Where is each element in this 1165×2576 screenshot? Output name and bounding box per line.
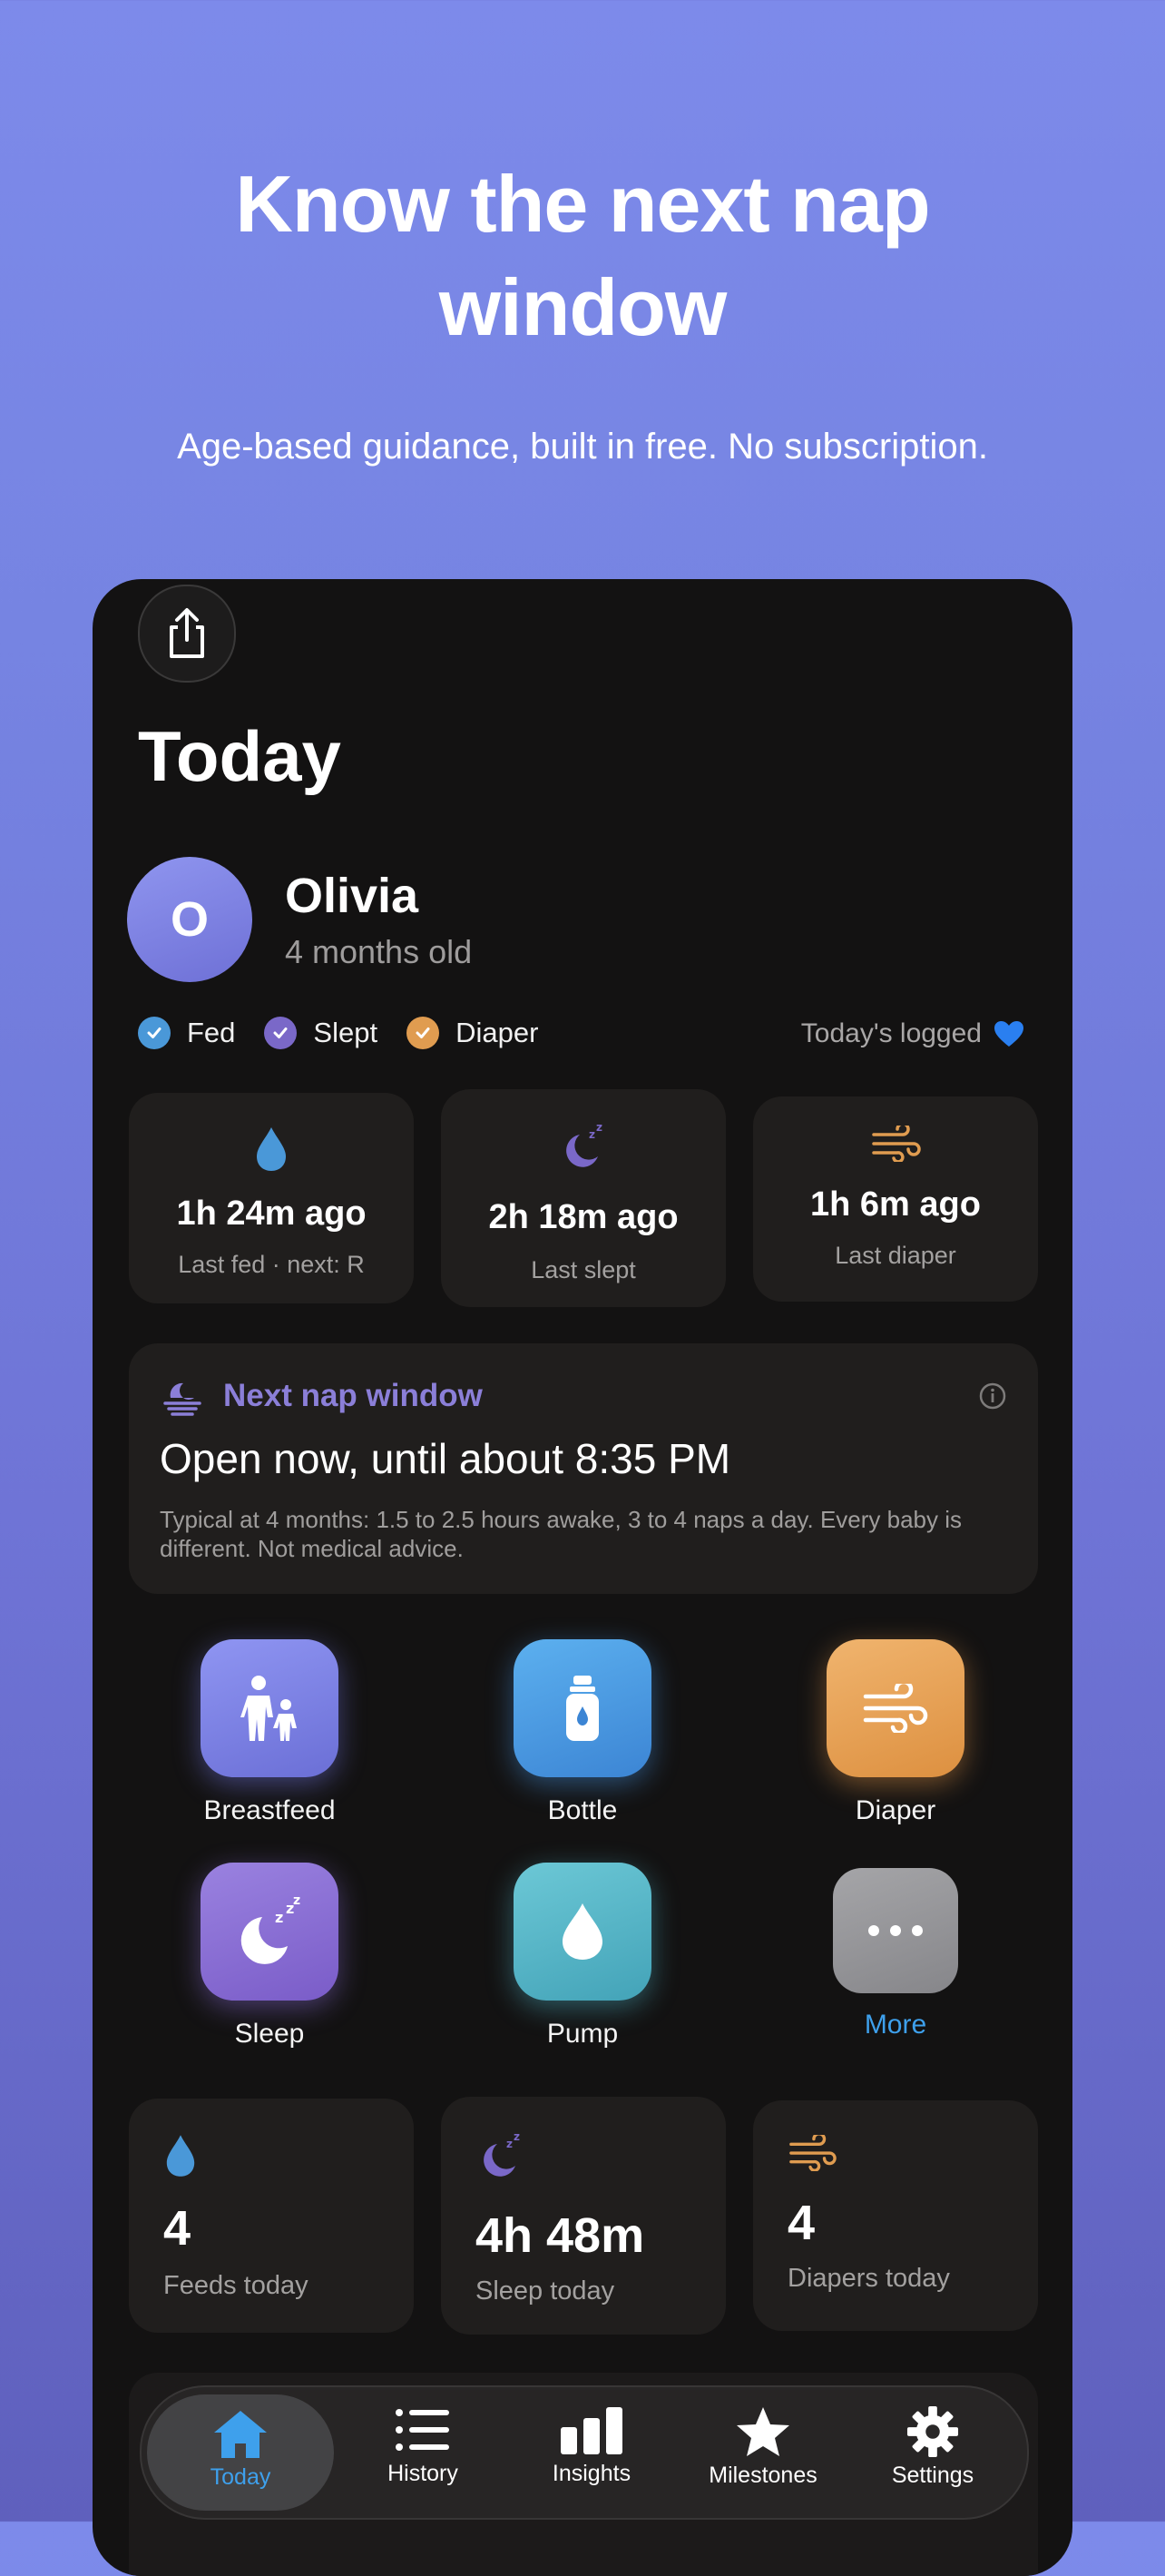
- gear-icon: [906, 2405, 959, 2458]
- child-name: Olivia: [285, 869, 419, 923]
- check-slept: Slept: [264, 1017, 377, 1049]
- nap-window-status: Open now, until about 8:35 PM: [160, 1435, 731, 1482]
- svg-text:z: z: [293, 1895, 300, 1908]
- svg-text:z: z: [275, 1909, 283, 1926]
- svg-text:z: z: [589, 1128, 595, 1141]
- sleep-today-card[interactable]: zz 4h 48m Sleep today: [441, 2097, 726, 2335]
- hero-title-line-1: Know the next nap: [235, 159, 930, 249]
- checkmark-icon: [264, 1017, 298, 1049]
- svg-text:z: z: [506, 2138, 513, 2150]
- daily-checklist: Fed Slept Diaper: [138, 1017, 567, 1049]
- drop-icon: [166, 2135, 195, 2177]
- avatar[interactable]: O: [127, 857, 252, 982]
- logged-status: Today's logged: [801, 1018, 1025, 1049]
- drop-icon: [257, 1127, 286, 1171]
- diapers-today-caption: Diapers today: [788, 2264, 950, 2293]
- tab-history[interactable]: History: [343, 2407, 503, 2487]
- home-icon: [214, 2411, 267, 2458]
- sleep-today-value: 4h 48m: [475, 2208, 645, 2263]
- wind-icon: [863, 1684, 928, 1733]
- last-diaper-caption: Last diaper: [835, 1242, 956, 1269]
- check-fed: Fed: [138, 1017, 235, 1049]
- nap-window-note: Typical at 4 months: 1.5 to 2.5 hours aw…: [160, 1506, 963, 1562]
- sleep-button[interactable]: z z z Sleep: [161, 1863, 378, 2050]
- diaper-button[interactable]: Diaper: [787, 1639, 1004, 1826]
- pump-button[interactable]: Pump: [474, 1863, 691, 2050]
- breastfeed-label: Breastfeed: [203, 1795, 336, 1825]
- feeds-today-value: 4: [163, 2201, 191, 2256]
- moon-icon: zz: [566, 1122, 602, 1167]
- tab-bar: Today History Insights Milestones Settin…: [140, 2385, 1029, 2520]
- share-button[interactable]: [138, 585, 236, 683]
- tab-milestones[interactable]: Milestones: [677, 2405, 849, 2489]
- checkmark-icon: [138, 1017, 171, 1049]
- pump-label: Pump: [546, 2019, 619, 2049]
- ellipsis-icon: [868, 1925, 923, 1936]
- nap-window-title: Next nap window: [223, 1378, 483, 1413]
- child-age: 4 months old: [285, 933, 473, 970]
- feeds-today-caption: Feeds today: [163, 2271, 308, 2300]
- last-slept-caption: Last slept: [531, 1256, 636, 1283]
- last-slept-card[interactable]: zz 2h 18m ago Last slept: [441, 1089, 726, 1307]
- breastfeed-button[interactable]: Breastfeed: [161, 1639, 378, 1826]
- tab-insights[interactable]: Insights: [512, 2407, 671, 2487]
- bar-chart-icon: [561, 2407, 622, 2454]
- last-diaper-value: 1h 6m ago: [810, 1185, 981, 1224]
- page-title: Today: [138, 716, 341, 796]
- tab-settings[interactable]: Settings: [853, 2405, 1013, 2489]
- star-icon: [737, 2407, 789, 2456]
- diaper-label: Diaper: [855, 1795, 936, 1825]
- diapers-today-value: 4: [788, 2196, 816, 2250]
- more-button[interactable]: More: [787, 1868, 1004, 2040]
- checkmark-icon: [406, 1017, 440, 1049]
- wind-icon: [789, 2135, 837, 2171]
- last-fed-card[interactable]: 1h 24m ago Last fed · next: R: [129, 1093, 414, 1303]
- hero-title-line-2: window: [438, 262, 728, 352]
- drop-icon: [563, 1903, 602, 1960]
- sleep-label: Sleep: [234, 2019, 305, 2049]
- bottle-label: Bottle: [547, 1795, 618, 1825]
- more-label: More: [864, 2010, 927, 2040]
- svg-text:z: z: [596, 1122, 602, 1134]
- nap-window-card[interactable]: Next nap window Open now, until about 8:…: [129, 1343, 1038, 1594]
- bottle-icon: [566, 1676, 599, 1741]
- bottle-button[interactable]: Bottle: [474, 1639, 691, 1826]
- wind-icon: [872, 1126, 921, 1162]
- check-diaper: Diaper: [406, 1017, 538, 1049]
- phone-screen: Today O Olivia 4 months old Fed Slept Di…: [93, 579, 1072, 2576]
- sleep-today-caption: Sleep today: [475, 2276, 615, 2306]
- last-fed-caption: Last fed · next: R: [178, 1251, 365, 1278]
- info-icon[interactable]: [978, 1381, 1007, 1411]
- tab-today[interactable]: Today: [147, 2394, 334, 2511]
- sunset-icon: [163, 1382, 201, 1416]
- diapers-today-card[interactable]: 4 Diapers today: [753, 2100, 1038, 2331]
- list-icon: [396, 2409, 449, 2451]
- moon-icon: zz: [484, 2131, 520, 2177]
- parent-child-icon: [240, 1676, 297, 1741]
- moon-icon: z z z: [240, 1895, 300, 1964]
- hero-title: Know the next nap window: [0, 152, 1165, 359]
- feeds-today-card[interactable]: 4 Feeds today: [129, 2099, 414, 2333]
- blue-heart-icon: [994, 1021, 1023, 1047]
- last-slept-value: 2h 18m ago: [488, 1198, 679, 1236]
- share-icon: [170, 608, 204, 658]
- svg-text:z: z: [514, 2131, 520, 2143]
- last-diaper-card[interactable]: 1h 6m ago Last diaper: [753, 1096, 1038, 1302]
- hero-subtitle: Age-based guidance, built in free. No su…: [177, 427, 988, 467]
- last-fed-value: 1h 24m ago: [176, 1195, 367, 1233]
